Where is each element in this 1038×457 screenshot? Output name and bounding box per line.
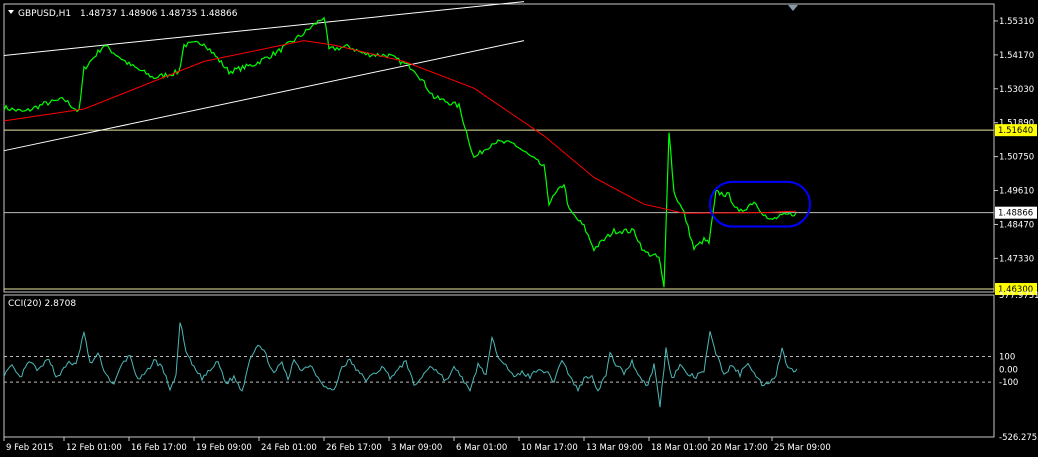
price-tick-label: 1.48470 bbox=[999, 220, 1034, 230]
price-tick-label: 1.47330 bbox=[999, 254, 1034, 264]
cci-tick-label: 100 bbox=[999, 352, 1015, 362]
time-tick-label: 13 Mar 09:00 bbox=[586, 443, 643, 453]
time-tick-label: 3 Mar 09:00 bbox=[391, 443, 442, 453]
time-tick-label: 6 Mar 01:00 bbox=[456, 443, 507, 453]
price-tick-label: 1.53030 bbox=[999, 85, 1034, 95]
cci-tick-label: -526.2753 bbox=[999, 433, 1038, 443]
cci-tick-label: -100 bbox=[999, 378, 1018, 388]
time-tick-label: 19 Feb 09:00 bbox=[196, 443, 252, 453]
ohlc-values: 1.48737 1.48906 1.48735 1.48866 bbox=[80, 9, 238, 19]
chart-background bbox=[0, 0, 1038, 457]
time-tick-label: 18 Mar 01:00 bbox=[651, 443, 708, 453]
price-header: GBPUSD,H1 1.48737 1.48906 1.48735 1.4886… bbox=[8, 9, 238, 19]
cci-tick-label: 577.9751 bbox=[999, 291, 1038, 301]
time-tick-label: 26 Feb 17:00 bbox=[326, 443, 382, 453]
time-tick-label: 10 Mar 17:00 bbox=[521, 443, 578, 453]
time-tick-label: 9 Feb 2015 bbox=[6, 443, 54, 453]
cci-tick-label: 0.00 bbox=[999, 365, 1018, 375]
price-level-label: 1.51640 bbox=[998, 126, 1033, 136]
time-tick-label: 24 Feb 01:00 bbox=[261, 443, 317, 453]
price-tick-label: 1.49610 bbox=[999, 187, 1034, 197]
trading-chart[interactable]: GBPUSD,H1 1.48737 1.48906 1.48735 1.4886… bbox=[0, 0, 1038, 457]
price-tick-label: 1.55310 bbox=[999, 17, 1034, 27]
price-level-label: 1.48866 bbox=[998, 209, 1033, 219]
cci-header: CCI(20) 2.8708 bbox=[8, 299, 76, 309]
time-tick-label: 12 Feb 01:00 bbox=[66, 443, 122, 453]
symbol-label: GBPUSD,H1 bbox=[18, 9, 71, 19]
time-tick-label: 16 Feb 17:00 bbox=[131, 443, 187, 453]
time-tick-label: 25 Mar 09:00 bbox=[774, 443, 831, 453]
price-tick-label: 1.54170 bbox=[999, 51, 1034, 61]
time-tick-label: 20 Mar 17:00 bbox=[711, 443, 768, 453]
price-tick-label: 1.50750 bbox=[999, 153, 1034, 163]
